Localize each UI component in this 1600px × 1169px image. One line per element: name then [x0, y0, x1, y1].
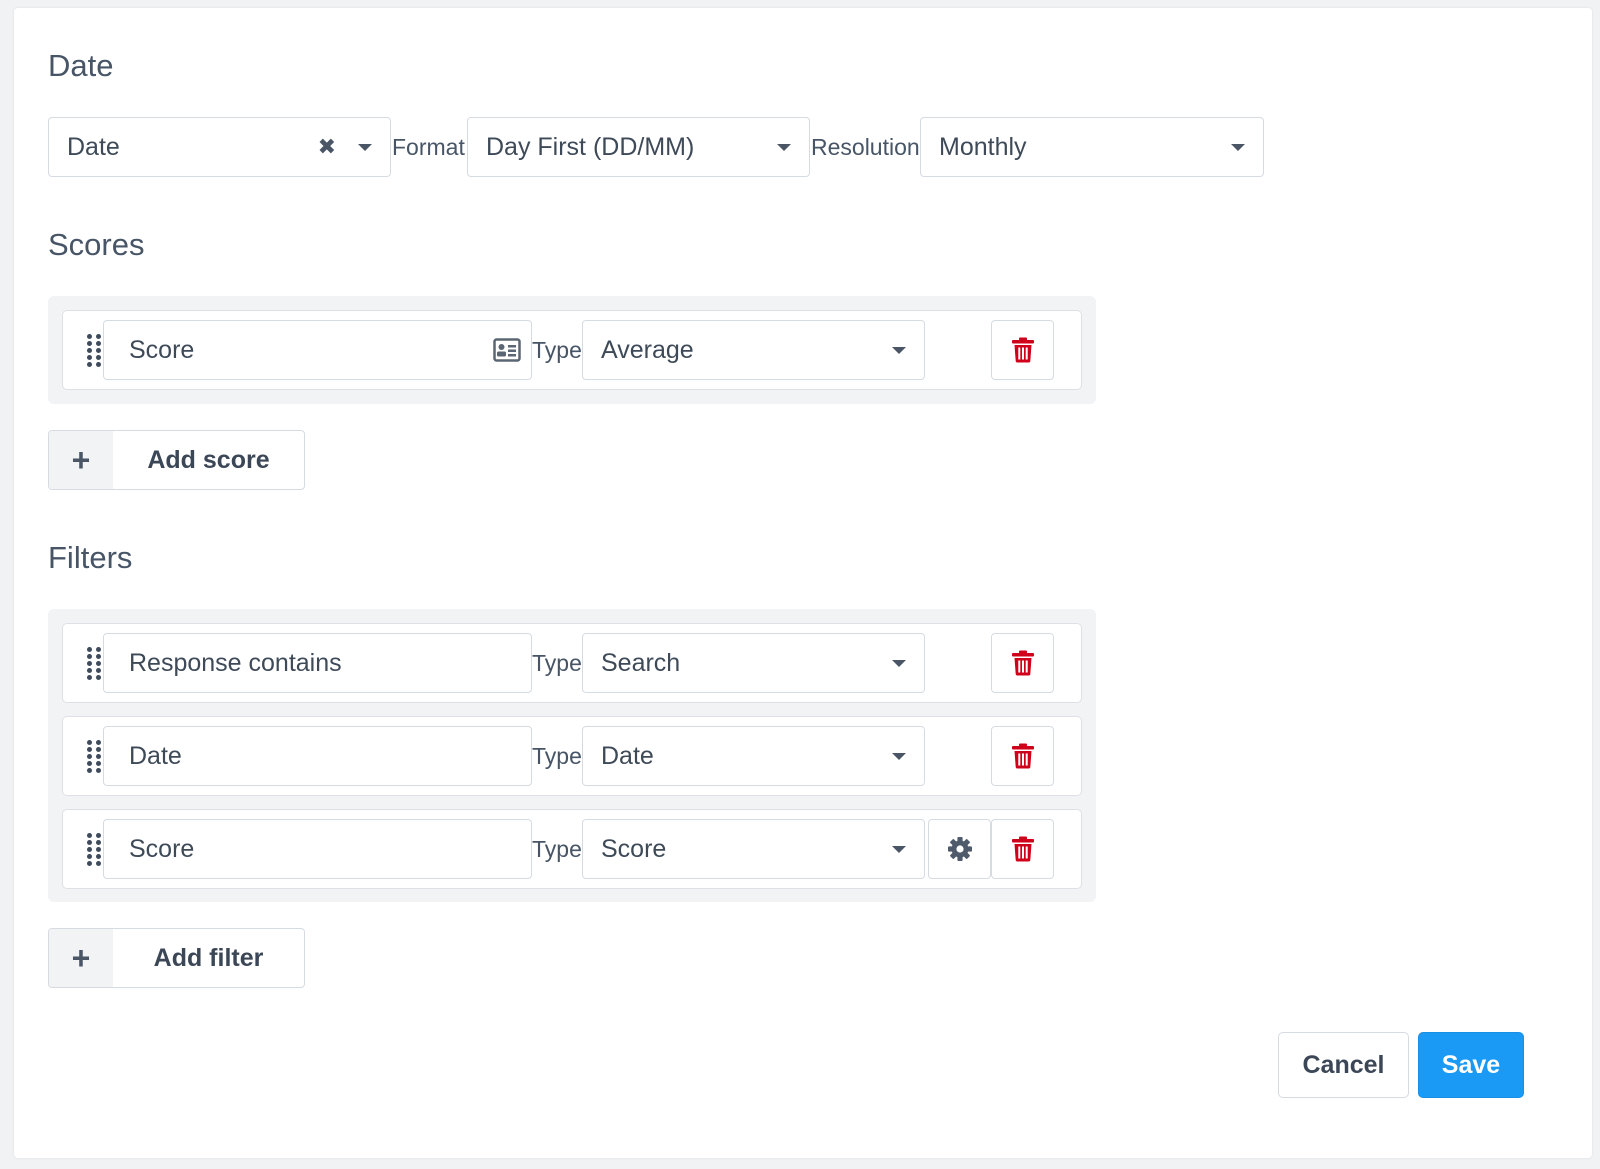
- filter-name-value: Response contains: [129, 648, 342, 677]
- clear-icon[interactable]: ✖: [318, 134, 336, 160]
- save-button[interactable]: Save: [1418, 1032, 1524, 1098]
- format-value: Day First (DD/MM): [486, 132, 695, 161]
- filters-section-title: Filters: [48, 540, 133, 575]
- delete-filter-button[interactable]: [991, 633, 1054, 693]
- add-filter-label: Add filter: [153, 943, 264, 972]
- chevron-down-icon: [892, 845, 906, 853]
- filter-type-value: Date: [601, 741, 654, 770]
- filter-row: Response contains Type Search: [62, 623, 1082, 703]
- filter-type-select[interactable]: Score: [582, 819, 925, 879]
- scores-section-title: Scores: [48, 227, 145, 262]
- score-type-value: Average: [601, 335, 694, 364]
- resolution-value: Monthly: [939, 132, 1027, 161]
- filter-row: Score Type Score: [62, 809, 1082, 889]
- add-score-button[interactable]: + Add score: [48, 430, 305, 490]
- date-field-select[interactable]: Date ✖: [48, 117, 391, 177]
- card-icon[interactable]: [493, 338, 521, 362]
- trash-icon: [1011, 836, 1034, 862]
- chevron-down-icon: [892, 659, 906, 667]
- filter-name-input[interactable]: Response contains: [103, 633, 532, 693]
- trash-icon: [1011, 743, 1034, 769]
- filter-settings-button[interactable]: [928, 819, 991, 879]
- scores-group: Score Type Average: [48, 296, 1096, 404]
- filter-name-value: Score: [129, 834, 195, 863]
- delete-filter-button[interactable]: [991, 726, 1054, 786]
- add-filter-button[interactable]: + Add filter: [48, 928, 305, 988]
- score-type-select[interactable]: Average: [582, 320, 925, 380]
- filters-group: Response contains Type Search Date Type: [48, 609, 1096, 902]
- delete-score-button[interactable]: [991, 320, 1054, 380]
- gear-icon: [947, 837, 972, 861]
- date-section-title: Date: [48, 48, 114, 83]
- trash-icon: [1011, 650, 1034, 676]
- trash-icon: [1011, 337, 1034, 363]
- filter-name-input[interactable]: Date: [103, 726, 532, 786]
- filter-row: Date Type Date: [62, 716, 1082, 796]
- filter-name-value: Date: [129, 741, 182, 770]
- score-row: Score Type Average: [62, 310, 1082, 390]
- chevron-down-icon: [777, 143, 791, 151]
- filter-type-select[interactable]: Search: [582, 633, 925, 693]
- type-label: Type: [532, 836, 582, 862]
- plus-icon: +: [49, 929, 113, 987]
- chevron-down-icon: [1231, 143, 1245, 151]
- filter-type-select[interactable]: Date: [582, 726, 925, 786]
- plus-icon: +: [49, 431, 113, 489]
- date-field-value: Date: [67, 132, 120, 161]
- type-label: Type: [532, 650, 582, 676]
- add-score-label: Add score: [147, 445, 270, 474]
- filter-type-value: Score: [601, 834, 667, 863]
- score-name-value: Score: [129, 335, 195, 364]
- score-name-input[interactable]: Score: [103, 320, 532, 380]
- filter-name-input[interactable]: Score: [103, 819, 532, 879]
- drag-handle-icon[interactable]: [87, 334, 101, 368]
- drag-handle-icon[interactable]: [87, 740, 101, 774]
- chevron-down-icon: [358, 143, 372, 151]
- type-label: Type: [532, 337, 582, 363]
- format-label: Format: [392, 134, 465, 160]
- chevron-down-icon: [892, 752, 906, 760]
- resolution-label: Resolution: [811, 134, 920, 160]
- delete-filter-button[interactable]: [991, 819, 1054, 879]
- filter-type-value: Search: [601, 648, 681, 677]
- resolution-select[interactable]: Monthly: [920, 117, 1264, 177]
- drag-handle-icon[interactable]: [87, 647, 101, 681]
- cancel-button[interactable]: Cancel: [1278, 1032, 1409, 1098]
- type-label: Type: [532, 743, 582, 769]
- chevron-down-icon: [892, 346, 906, 354]
- format-select[interactable]: Day First (DD/MM): [467, 117, 810, 177]
- drag-handle-icon[interactable]: [87, 833, 101, 867]
